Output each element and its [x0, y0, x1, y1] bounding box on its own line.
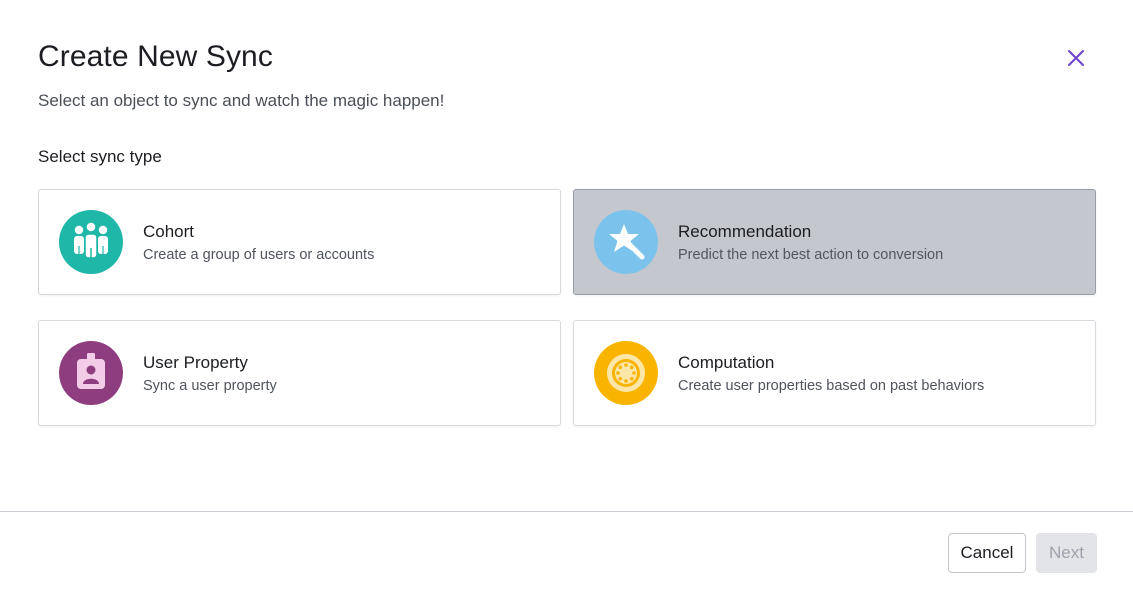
cancel-button[interactable]: Cancel — [948, 533, 1026, 573]
create-sync-dialog: Create New Sync Select an object to sync… — [0, 0, 1133, 599]
card-title: User Property — [143, 353, 248, 372]
magic-wand-icon — [594, 210, 658, 274]
dialog-subtitle: Select an object to sync and watch the m… — [38, 91, 445, 110]
dialog-title: Create New Sync — [38, 40, 273, 73]
next-button[interactable]: Next — [1036, 533, 1097, 573]
sync-type-card-computation[interactable]: Computation Create user properties based… — [573, 320, 1096, 426]
card-description: Create user properties based on past beh… — [678, 378, 985, 394]
cohort-icon — [59, 210, 123, 274]
card-title: Recommendation — [678, 222, 812, 241]
close-button[interactable] — [1062, 44, 1090, 72]
card-title: Computation — [678, 353, 775, 372]
card-description: Sync a user property — [143, 378, 277, 394]
footer-divider — [0, 511, 1133, 512]
card-description: Create a group of users or accounts — [143, 247, 375, 263]
computation-icon — [594, 341, 658, 405]
sync-type-card-recommendation[interactable]: Recommendation Predict the next best act… — [573, 189, 1096, 295]
close-icon — [1068, 50, 1084, 66]
card-title: Cohort — [143, 222, 195, 241]
user-badge-icon — [59, 341, 123, 405]
section-label: Select sync type — [38, 147, 162, 166]
sync-type-card-cohort[interactable]: Cohort Create a group of users or accoun… — [38, 189, 561, 295]
card-description: Predict the next best action to conversi… — [678, 247, 944, 263]
sync-type-card-user-property[interactable]: User Property Sync a user property — [38, 320, 561, 426]
